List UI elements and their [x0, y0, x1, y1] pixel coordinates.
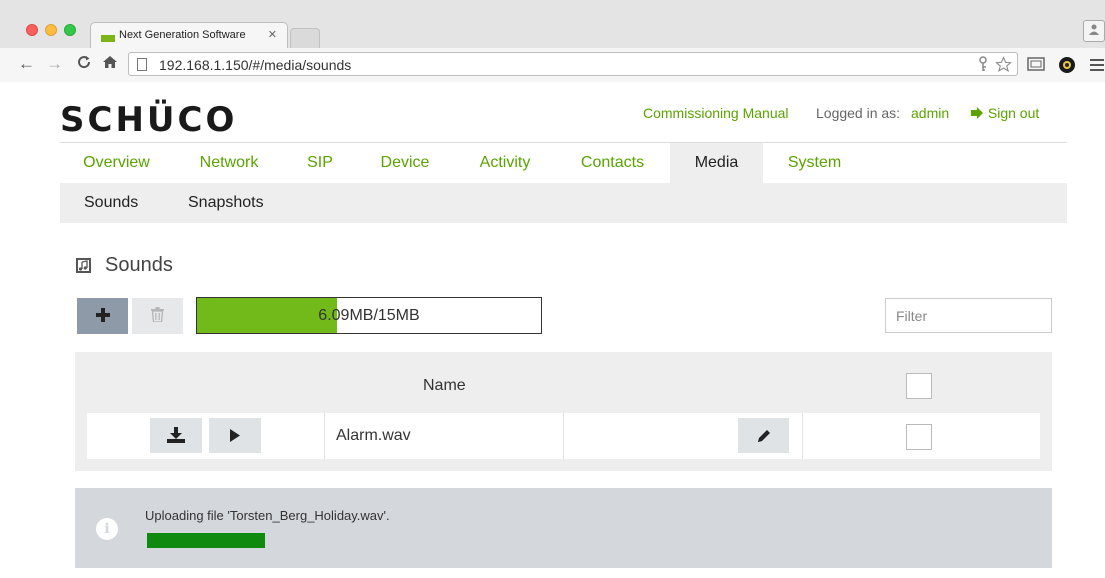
home-icon[interactable] — [102, 54, 118, 75]
tab-close-icon[interactable]: ✕ — [268, 28, 277, 41]
add-sound-button[interactable] — [77, 298, 128, 334]
tab-contacts[interactable]: Contacts — [555, 143, 670, 183]
play-button[interactable] — [209, 418, 261, 453]
play-icon — [230, 429, 240, 442]
download-icon — [167, 427, 185, 443]
tab-system[interactable]: System — [763, 143, 866, 183]
tab-sip[interactable]: SIP — [285, 143, 355, 183]
username-link[interactable]: admin — [911, 105, 949, 121]
upload-progress-fill — [147, 533, 265, 548]
commissioning-manual-link[interactable]: Commissioning Manual — [643, 105, 789, 121]
sign-out-icon — [971, 107, 983, 119]
tab-device[interactable]: Device — [355, 143, 455, 183]
browser-navbar: ← → 192.168.1.150/#/media/sounds — [0, 48, 1105, 82]
column-header-name[interactable]: Name — [423, 377, 466, 395]
cell-divider — [563, 413, 564, 459]
subnav-snapshots[interactable]: Snapshots — [188, 183, 264, 223]
page-title: Sounds — [105, 254, 173, 276]
profile-icon[interactable] — [1083, 20, 1105, 42]
subnav-sounds[interactable]: Sounds — [84, 183, 138, 223]
svg-text:SCHÜCO: SCHÜCO — [60, 99, 237, 136]
browser-tabbar: Next Generation Software ✕ — [0, 0, 1105, 48]
address-bar[interactable]: 192.168.1.150/#/media/sounds — [128, 52, 1018, 76]
extension-icon[interactable] — [1058, 56, 1076, 79]
music-file-icon — [76, 258, 91, 273]
upload-progress-bar — [147, 533, 265, 548]
tab-network[interactable]: Network — [173, 143, 285, 183]
logged-in-label: Logged in as: — [816, 105, 901, 121]
cast-icon[interactable] — [1027, 57, 1045, 76]
menu-icon[interactable] — [1090, 58, 1104, 76]
browser-tab-title: Next Generation Software — [119, 29, 246, 41]
browser-tab[interactable]: Next Generation Software ✕ — [90, 22, 288, 48]
info-icon: i — [96, 518, 118, 540]
sign-out-label: Sign out — [987, 105, 1040, 121]
sub-navigation: Sounds Snapshots — [60, 183, 1067, 223]
select-all-checkbox[interactable] — [906, 373, 932, 399]
sign-out-link[interactable]: Sign out — [971, 105, 1039, 121]
rename-button[interactable] — [738, 418, 789, 453]
tab-activity[interactable]: Activity — [455, 143, 555, 183]
delete-sound-button[interactable] — [132, 298, 183, 334]
filter-input[interactable] — [885, 298, 1052, 333]
close-window-button[interactable] — [26, 24, 38, 36]
storage-usage-bar: 6.09MB/15MB — [196, 297, 542, 334]
sound-filename: Alarm.wav — [336, 427, 411, 444]
row-checkbox[interactable] — [906, 424, 932, 450]
reload-icon[interactable] — [76, 54, 92, 75]
upload-status-message: Uploading file 'Torsten_Berg_Holiday.wav… — [145, 508, 390, 523]
trash-icon — [151, 307, 164, 323]
forward-icon[interactable]: → — [46, 54, 63, 74]
tab-media[interactable]: Media — [670, 143, 763, 183]
browser-chrome: Next Generation Software ✕ ← → 192.168.1… — [0, 0, 1105, 82]
page-icon — [137, 58, 147, 71]
upload-status-alert — [75, 488, 1052, 568]
pencil-icon — [757, 430, 770, 442]
bookmark-star-icon[interactable] — [995, 56, 1012, 77]
cell-divider — [802, 413, 803, 459]
key-icon[interactable] — [977, 56, 989, 76]
back-icon[interactable]: ← — [18, 54, 35, 74]
minimize-window-button[interactable] — [45, 24, 57, 36]
plus-icon — [95, 308, 110, 322]
person-icon — [1089, 24, 1099, 35]
url-text: 192.168.1.150/#/media/sounds — [159, 57, 352, 73]
download-button[interactable] — [150, 418, 202, 453]
cell-divider — [324, 413, 325, 459]
tab-overview[interactable]: Overview — [60, 143, 173, 183]
schuco-logo: SCHÜCO — [60, 96, 280, 141]
favicon-icon — [101, 35, 115, 42]
new-tab-button[interactable] — [290, 28, 320, 48]
storage-usage-text: 6.09MB/15MB — [318, 307, 420, 324]
zoom-window-button[interactable] — [64, 24, 76, 36]
